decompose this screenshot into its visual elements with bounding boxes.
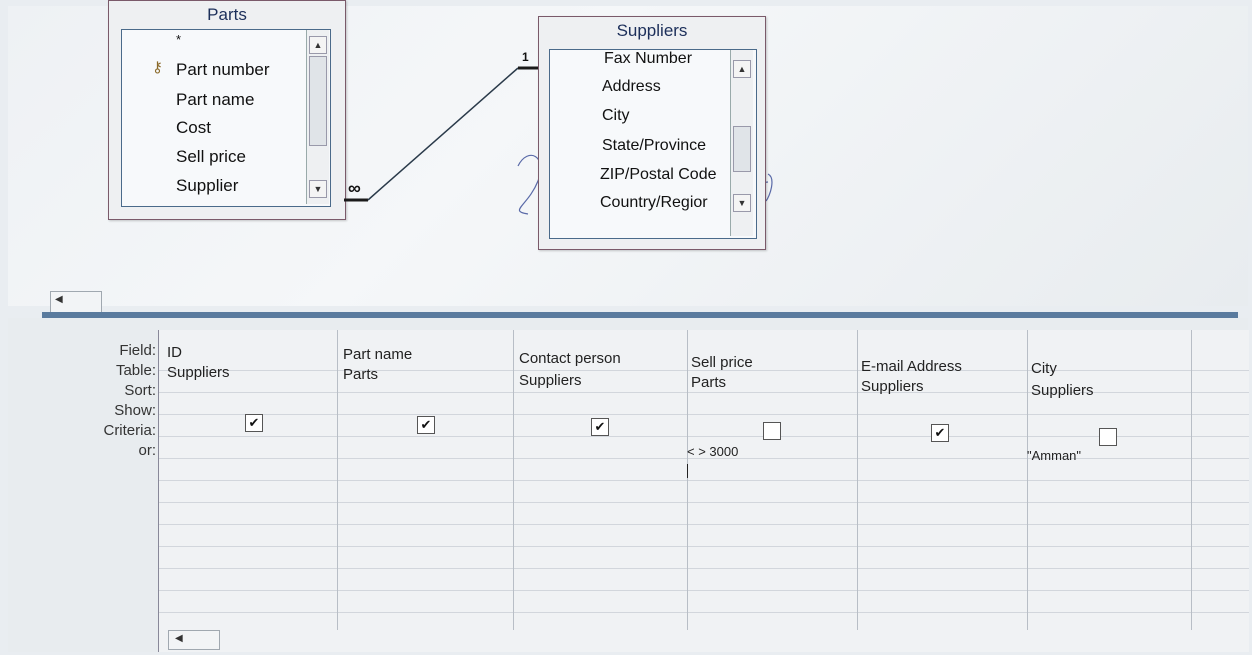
row-label-criteria: Criteria: (103, 422, 156, 439)
column-1-show-checkbox[interactable]: ✔ (245, 414, 263, 432)
text-cursor (687, 464, 688, 478)
qbe-grid[interactable]: ID Suppliers ✔ Part name Parts ✔ Contact… (158, 330, 1249, 652)
scroll-left-icon[interactable]: ◀ (55, 294, 63, 305)
suppliers-table[interactable]: Suppliers Fax Number Address City State/… (538, 16, 766, 250)
scroll-down-icon[interactable]: ▼ (733, 194, 751, 212)
suppliers-field-address[interactable]: Address (602, 78, 661, 96)
column-2-table[interactable]: Parts (343, 366, 378, 383)
parts-field-sell-price[interactable]: Sell price (176, 147, 246, 167)
column-4-table[interactable]: Parts (691, 374, 726, 391)
query-design-pane: Parts * ⚷ Part number Part name Cost Sel… (8, 0, 1248, 313)
suppliers-field-fax[interactable]: Fax Number (604, 50, 692, 68)
grid-column-empty[interactable] (1191, 330, 1247, 630)
column-1-field[interactable]: ID (167, 344, 182, 361)
scroll-up-icon[interactable]: ▲ (309, 36, 327, 54)
grid-column-5[interactable]: E-mail Address Suppliers ✔ (857, 330, 1028, 630)
column-6-field[interactable]: City (1031, 360, 1057, 377)
column-5-field[interactable]: E-mail Address (861, 358, 962, 375)
grid-column-1[interactable]: ID Suppliers ✔ (159, 330, 338, 630)
suppliers-field-country[interactable]: Country/Regior (600, 194, 708, 212)
row-label-field: Field: (119, 342, 156, 359)
column-2-show-checkbox[interactable]: ✔ (417, 416, 435, 434)
parts-table[interactable]: Parts * ⚷ Part number Part name Cost Sel… (108, 0, 346, 220)
parts-scrollbar[interactable]: ▲ ▼ (306, 30, 329, 204)
suppliers-field-list[interactable]: Fax Number Address City State/Province Z… (549, 49, 757, 239)
row-label-show: Show: (114, 402, 156, 419)
parts-field-part-name[interactable]: Part name (176, 90, 254, 110)
suppliers-field-zip[interactable]: ZIP/Postal Code (600, 166, 717, 184)
column-4-field[interactable]: Sell price (691, 354, 753, 371)
column-4-criteria[interactable]: < > 3000 (687, 444, 738, 459)
query-grid-pane: Field: Table: Sort: Show: Criteria: or: … (8, 318, 1249, 652)
scroll-left-icon[interactable]: ◀ (175, 633, 183, 644)
row-label-sort: Sort: (124, 382, 156, 399)
grid-column-6[interactable]: City Suppliers "Amman" (1027, 330, 1192, 630)
scroll-up-icon[interactable]: ▲ (733, 60, 751, 78)
column-3-table[interactable]: Suppliers (519, 372, 582, 389)
column-6-table[interactable]: Suppliers (1031, 382, 1094, 399)
design-hscrollbar[interactable]: ◀ (50, 291, 102, 313)
suppliers-scrollbar[interactable]: ▲ ▼ (730, 50, 753, 236)
scroll-down-icon[interactable]: ▼ (309, 180, 327, 198)
column-6-show-checkbox[interactable] (1099, 428, 1117, 446)
parts-field-supplier[interactable]: Supplier (176, 176, 238, 196)
parts-field-part-number[interactable]: Part number (176, 60, 270, 80)
parts-field-all[interactable]: * (176, 32, 181, 47)
row-label-table: Table: (115, 362, 156, 379)
grid-hscrollbar[interactable]: ◀ (168, 630, 220, 650)
column-2-field[interactable]: Part name (343, 346, 412, 363)
suppliers-field-city[interactable]: City (602, 107, 630, 125)
one-side-label: 1 (522, 50, 529, 64)
parts-field-cost[interactable]: Cost (176, 118, 211, 138)
scroll-thumb[interactable] (309, 56, 327, 146)
row-label-or: or: (138, 442, 156, 459)
grid-column-3[interactable]: Contact person Suppliers ✔ (513, 330, 688, 630)
suppliers-table-title: Suppliers (616, 21, 688, 40)
column-5-show-checkbox[interactable]: ✔ (931, 424, 949, 442)
many-side-label: ∞ (348, 178, 361, 198)
parts-table-title: Parts (207, 5, 247, 24)
column-6-criteria[interactable]: "Amman" (1027, 448, 1081, 463)
column-1-table[interactable]: Suppliers (167, 364, 230, 381)
grid-column-2[interactable]: Part name Parts ✔ (337, 330, 514, 630)
grid-column-4[interactable]: Sell price Parts < > 3000 (687, 330, 858, 630)
scroll-thumb[interactable] (733, 126, 751, 172)
suppliers-field-state[interactable]: State/Province (602, 137, 706, 155)
column-3-show-checkbox[interactable]: ✔ (591, 418, 609, 436)
key-icon: ⚷ (152, 59, 163, 76)
column-4-show-checkbox[interactable] (763, 422, 781, 440)
column-3-field[interactable]: Contact person (519, 350, 621, 367)
parts-field-list[interactable]: * ⚷ Part number Part name Cost Sell pric… (121, 29, 331, 207)
column-5-table[interactable]: Suppliers (861, 378, 924, 395)
